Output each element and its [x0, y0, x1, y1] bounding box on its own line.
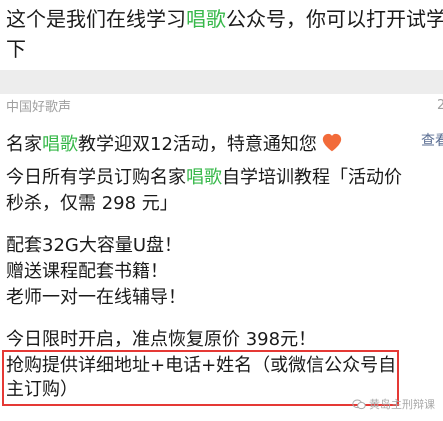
article-line-2: 今日所有学员订购名家唱歌自学培训教程「活动价 [6, 166, 402, 190]
article-source-name[interactable]: 中国好歌声 [6, 98, 71, 118]
view-link[interactable]: 查看 [421, 130, 443, 150]
heart-emoji-icon [322, 133, 342, 152]
wechat-channel-icon [352, 399, 366, 410]
article-line-4: 配套32G大容量U盘！ [6, 235, 183, 256]
message-line-2: 下 [6, 37, 26, 61]
highlight-keyword: 唱歌 [186, 7, 226, 31]
message-line-1: 这个是我们在线学习唱歌公众号，你可以打开试学 [6, 4, 443, 34]
chat-message-bubble: 这个是我们在线学习唱歌公众号，你可以打开试学 下 [0, 0, 443, 70]
article-line-3: 秒杀，仅需 298 元」 [6, 193, 178, 214]
message-text: 这个是我们在线学习 [6, 7, 186, 31]
message-text: 公众号，你可以打开试学 [226, 7, 443, 31]
article-line-1: 名家唱歌教学迎双12活动，特意通知您 [6, 132, 343, 157]
highlight-box [2, 350, 399, 406]
article-text: 名家 [6, 134, 42, 155]
watermark: 黄岛主刑辩课 [352, 396, 435, 412]
article-line-7: 今日限时开启，准点恢复原价 398元！ [6, 329, 317, 350]
highlight-keyword: 唱歌 [186, 167, 222, 188]
article-line-6: 老师一对一在线辅导！ [6, 287, 186, 308]
watermark-text: 黄岛主刑辩课 [369, 398, 435, 411]
article-text: 自学培训教程「活动价 [222, 167, 402, 188]
article-text: 今日所有学员订购名家 [6, 167, 186, 188]
side-number: 2 [437, 98, 443, 113]
separator-gap [0, 70, 443, 94]
article-line-5: 赠送课程配套书籍！ [6, 261, 168, 282]
article-text: 教学迎双12活动，特意通知您 [78, 134, 317, 155]
highlight-keyword: 唱歌 [42, 134, 78, 155]
